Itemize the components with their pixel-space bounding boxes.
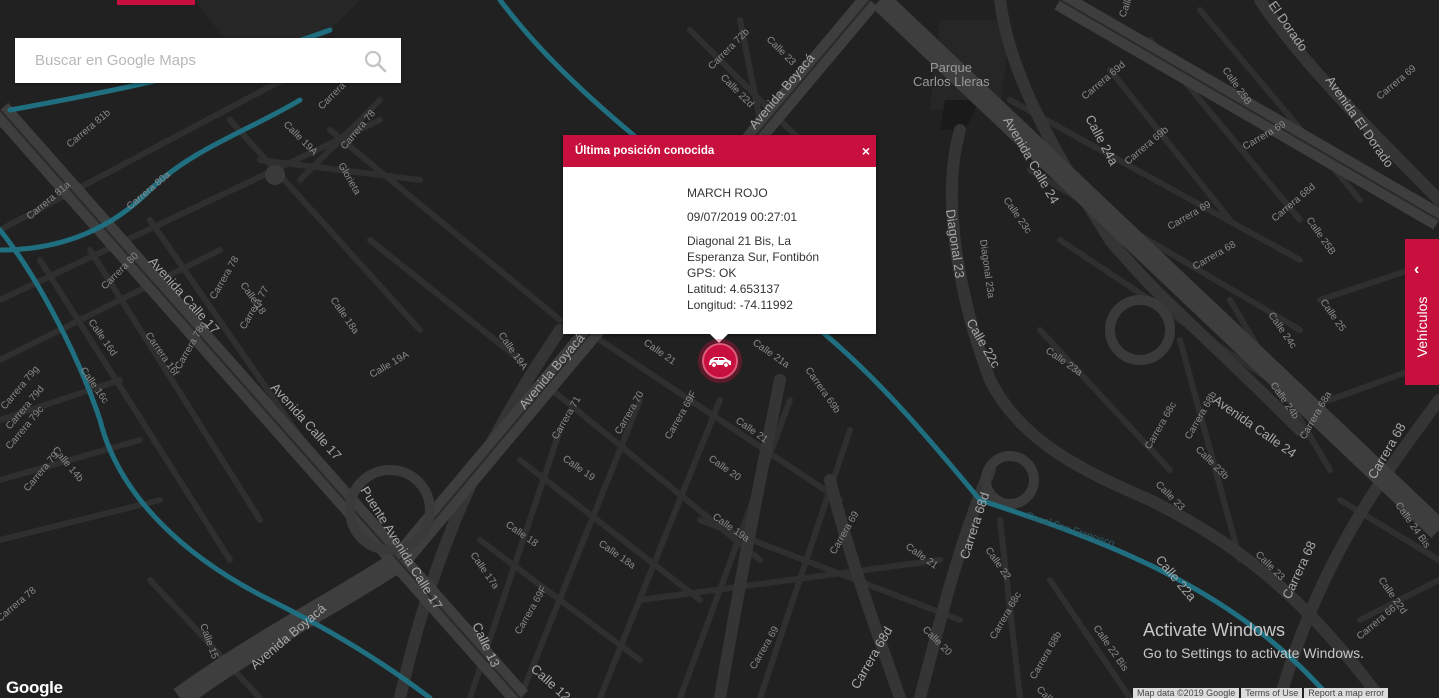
position-timestamp: 09/07/2019 00:27:01 [687, 210, 798, 224]
latitude: Latitud: 4.653137 [687, 282, 780, 296]
vehicles-panel-tab[interactable]: ‹ Vehículos [1405, 239, 1439, 385]
report-error-link[interactable]: Report a map error [1304, 688, 1389, 698]
watermark-subtitle: Go to Settings to activate Windows. [1143, 645, 1364, 661]
top-menu-tab[interactable] [117, 0, 195, 5]
marker-inner [702, 343, 738, 379]
address-line-2: Esperanza Sur, Fontibón [687, 250, 820, 264]
search-icon[interactable] [363, 49, 387, 73]
vehicle-marker[interactable] [698, 339, 742, 383]
search-box [15, 38, 401, 83]
map-attribution: Map data ©2019 Google Terms of Use Report … [1133, 688, 1390, 698]
watermark-title: Activate Windows [1143, 620, 1286, 640]
label-carlos-lleras: Carlos Lleras [913, 74, 990, 89]
chevron-left-icon: ‹ [1414, 261, 1420, 278]
info-popup: Última posición conocida × MARCH ROJO 09… [563, 135, 876, 343]
windows-watermark: Activate Windows Go to Settings to activ… [1143, 620, 1364, 661]
longitude: Longitud: -74.11992 [687, 298, 793, 312]
popup-title: Última posición conocida [575, 145, 715, 157]
address-line-1: Diagonal 21 Bis, La [687, 234, 792, 248]
popup-body: MARCH ROJO 09/07/2019 00:27:01 Diagonal … [563, 167, 876, 313]
car-icon [709, 357, 731, 368]
vehicles-tab-label: Vehículos [1414, 296, 1430, 358]
gps-status: GPS: OK [687, 266, 737, 280]
google-logo: Google [6, 678, 63, 697]
glorieta-roundabout [265, 165, 285, 185]
popup-header: Última posición conocida × [563, 135, 876, 167]
map-data-credit: Map data ©2019 Google [1133, 688, 1240, 698]
close-icon[interactable]: × [862, 135, 870, 167]
terms-link[interactable]: Terms of Use [1241, 688, 1303, 698]
label-parque: Parque [930, 60, 972, 75]
search-input[interactable] [15, 38, 365, 83]
vehicle-name: MARCH ROJO [687, 186, 768, 200]
